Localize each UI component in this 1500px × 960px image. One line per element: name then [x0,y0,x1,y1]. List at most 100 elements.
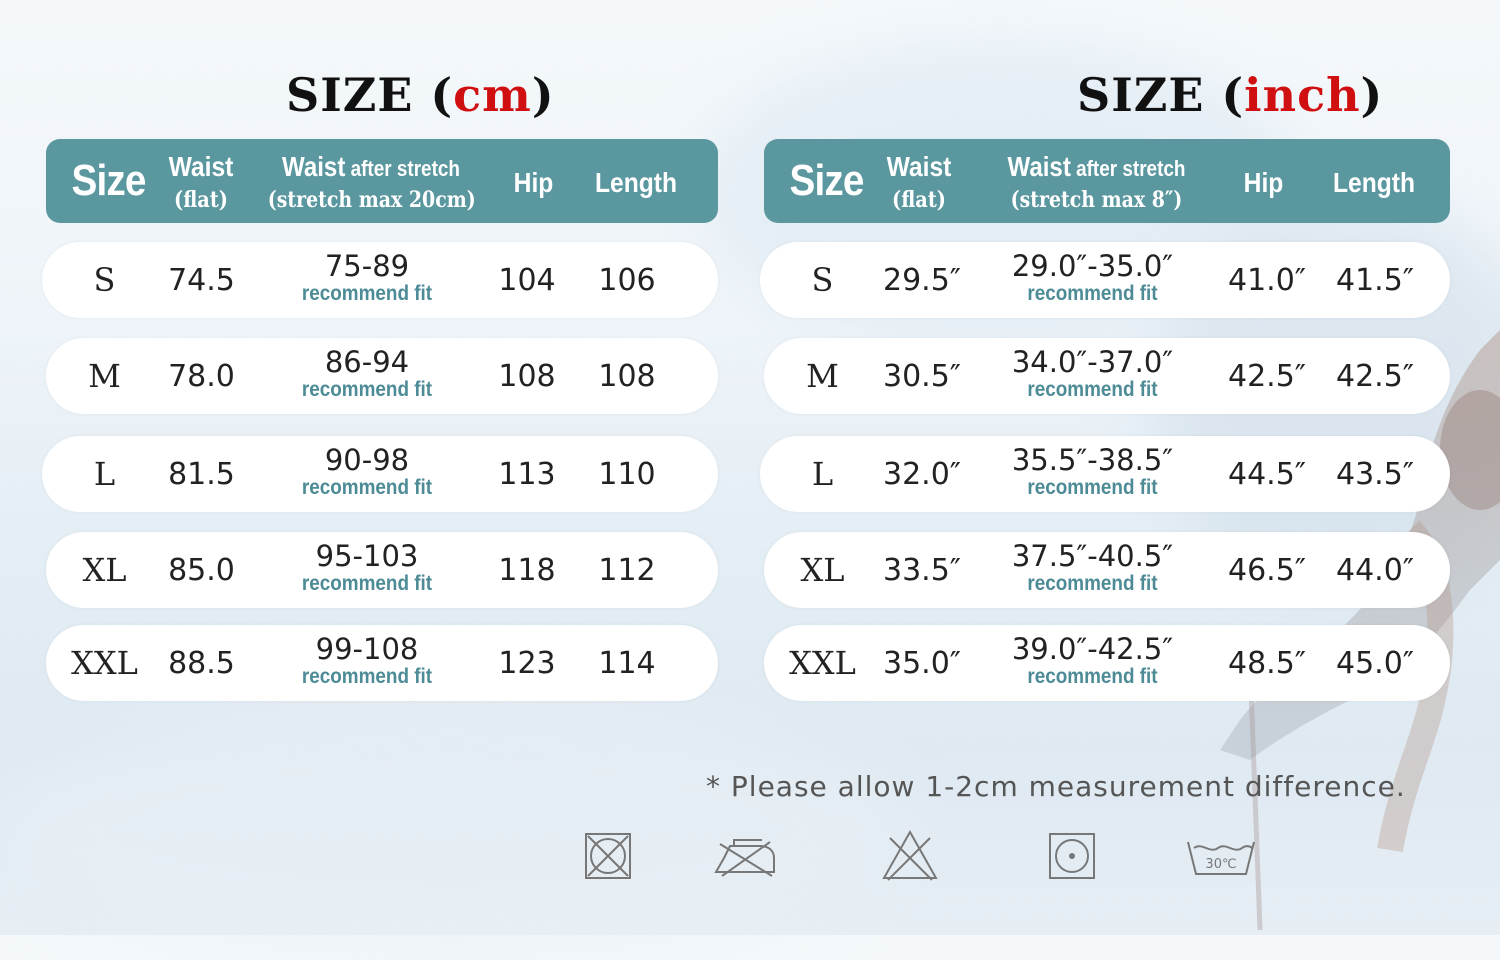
size-chart-inch: Size Waist (flat) Waist after stretch (s… [760,139,1450,701]
stretch-range: 39.0″-42.5″ [1011,632,1174,666]
cell-length: 110 [598,456,656,492]
cell-waist-stretch: 99-108 recommend fit [287,633,447,689]
cell-size: XXL [71,644,138,682]
header-waist-label: Waist [168,151,234,182]
header-waist: Waist (flat) [161,151,240,213]
cell-waist: 88.5 [168,645,235,681]
header-size: Size [789,156,865,205]
header-waist-sub: (flat) [892,187,946,213]
cell-waist: 78.0 [168,358,235,394]
do-not-bleach-icon [882,829,938,881]
title-main: SIZE [286,68,414,122]
cell-hip: 42.5″ [1227,358,1306,394]
recommend-fit-label: recommend fit [301,665,433,688]
header-waist-stretch-sub: (stretch max 20cm) [267,187,476,213]
cell-size: L [811,455,834,493]
cell-length: 42.5″ [1335,358,1414,394]
header-size: Size [71,156,147,205]
cell-waist: 30.5″ [882,358,961,394]
recommend-fit-label: recommend fit [1027,572,1158,595]
cell-waist-stretch: 37.5″-40.5″ recommend fit [1000,540,1185,596]
stretch-range: 34.0″-37.0″ [1011,345,1174,379]
cell-hip: 104 [498,262,556,298]
cell-size: XXL [789,644,856,682]
header-waist-after-stretch: Waist after stretch (stretch max 8″) [991,151,1202,213]
stretch-range: 95-103 [315,539,419,573]
title-unit: cm [453,68,532,122]
table-header: Size Waist (flat) Waist after stretch (s… [46,139,718,223]
header-after-stretch: after stretch [345,156,460,181]
header-length: Length [594,167,678,198]
table-row: S 74.5 75-89 recommend fit 104 106 [42,242,718,318]
recommend-fit-label: recommend fit [301,572,433,595]
header-waist-label: Waist [886,151,952,182]
cell-waist: 29.5″ [882,262,961,298]
cell-size: M [806,357,839,395]
cell-waist-stretch: 86-94 recommend fit [287,346,447,402]
stretch-range: 29.0″-35.0″ [1011,249,1174,283]
header-after-stretch: after stretch [1070,156,1186,181]
table-row: XXL 35.0″ 39.0″-42.5″ recommend fit 48.5… [764,625,1450,701]
cell-waist: 33.5″ [882,552,961,588]
title-paren-open: ( [430,68,454,122]
cell-hip: 44.5″ [1227,456,1306,492]
measurement-footnote: * Please allow 1-2cm measurement differe… [706,770,1406,803]
recommend-fit-label: recommend fit [1027,282,1158,305]
dry-clean-icon [1049,833,1095,879]
recommend-fit-label: recommend fit [301,378,433,401]
cell-length: 44.0″ [1335,552,1414,588]
cell-length: 114 [598,645,656,681]
cell-hip: 46.5″ [1227,552,1306,588]
recommend-fit-label: recommend fit [301,476,433,499]
wash-30c-icon: 30℃ [1187,841,1255,875]
cell-size: XL [800,551,845,589]
table-row: L 32.0″ 35.5″-38.5″ recommend fit 44.5″ … [760,436,1450,512]
header-hip: Hip [513,167,554,198]
header-waist-stretch-label: Waist [1007,151,1071,182]
table-row: L 81.5 90-98 recommend fit 113 110 [42,436,718,512]
stretch-range: 37.5″-40.5″ [1011,539,1174,573]
stretch-range: 86-94 [324,345,410,379]
cell-waist-stretch: 35.5″-38.5″ recommend fit [1000,444,1185,500]
cell-hip: 41.0″ [1227,262,1306,298]
title-unit: inch [1244,68,1361,122]
cell-hip: 118 [498,552,556,588]
title-paren-open: ( [1221,68,1245,122]
cell-size: M [88,357,121,395]
table-row: M 30.5″ 34.0″-37.0″ recommend fit 42.5″ … [764,338,1450,414]
cell-hip: 123 [498,645,556,681]
header-waist-sub: (flat) [174,187,228,213]
cell-size: S [93,261,116,299]
table-row: M 78.0 86-94 recommend fit 108 108 [46,338,718,414]
cell-length: 45.0″ [1335,645,1414,681]
cell-waist: 74.5 [168,262,235,298]
cell-length: 41.5″ [1335,262,1414,298]
recommend-fit-label: recommend fit [301,282,433,305]
cell-hip: 48.5″ [1227,645,1306,681]
header-waist: Waist (flat) [879,151,958,213]
recommend-fit-label: recommend fit [1027,476,1158,499]
table-row: XL 85.0 95-103 recommend fit 118 112 [46,532,718,608]
cell-waist-stretch: 34.0″-37.0″ recommend fit [1000,346,1185,402]
size-cm-title: SIZE (cm) [286,68,555,122]
cell-length: 112 [598,552,656,588]
cell-waist-stretch: 90-98 recommend fit [287,444,447,500]
table-header: Size Waist (flat) Waist after stretch (s… [764,139,1450,223]
stretch-range: 90-98 [324,443,410,477]
cell-hip: 113 [498,456,556,492]
cell-length: 106 [598,262,656,298]
header-waist-stretch-sub: (stretch max 8″) [1010,187,1183,213]
cell-size: L [93,455,116,493]
stretch-range: 75-89 [324,249,410,283]
table-row: S 29.5″ 29.0″-35.0″ recommend fit 41.0″ … [760,242,1450,318]
wash-temperature-label: 30℃ [1205,857,1236,872]
header-waist-stretch-label: Waist [282,151,346,182]
title-paren-close: ) [531,68,555,122]
cell-length: 108 [598,358,656,394]
size-inch-title: SIZE (inch) [1077,68,1383,122]
cell-length: 43.5″ [1335,456,1414,492]
cell-waist-stretch: 95-103 recommend fit [287,540,447,596]
header-length: Length [1332,167,1416,198]
cell-waist-stretch: 39.0″-42.5″ recommend fit [1000,633,1185,689]
cell-waist: 85.0 [168,552,235,588]
